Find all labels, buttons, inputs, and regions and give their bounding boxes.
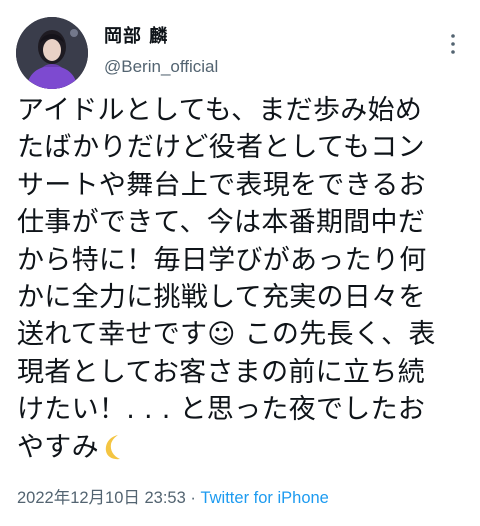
tweet-text-line: けたい！. . . と思った夜でしたお bbox=[17, 394, 426, 426]
avatar-image bbox=[16, 17, 88, 89]
more-vertical-icon[interactable] bbox=[447, 32, 459, 56]
tweet-text: アイドルとしても、まだ歩み始め たばかりだけど役者としてもコン サートや舞台上で… bbox=[17, 92, 479, 466]
author-block: 岡部 麟 @Berin_official bbox=[104, 26, 218, 78]
tweet-text-line: 仕事ができて、今は本番期間中だ bbox=[17, 207, 426, 239]
tweet-text-line: 現者としてお客さまの前に立ち続 bbox=[17, 356, 425, 388]
timestamp[interactable]: 2022年12月10日 23:53 bbox=[17, 489, 186, 507]
tweet-text-line: やすみ bbox=[17, 431, 99, 463]
display-name[interactable]: 岡部 麟 bbox=[104, 26, 218, 48]
tweet-text-line: から特に！毎日学びがあったり何 bbox=[17, 244, 427, 276]
source-link[interactable]: Twitter for iPhone bbox=[200, 489, 328, 507]
tweet-meta: 2022年12月10日 23:53 · Twitter for iPhone bbox=[17, 484, 329, 508]
tweet-text-line: かに全力に挑戦して充実の日々を bbox=[17, 282, 426, 314]
tweet-text-line: たばかりだけど役者としてもコン bbox=[17, 132, 425, 164]
tweet-text-line: サートや舞台上で表現をできるお bbox=[17, 169, 426, 201]
tweet-text-line: 送れて幸せです☺︎ この先長く、表 bbox=[17, 319, 436, 351]
handle[interactable]: @Berin_official bbox=[104, 56, 218, 78]
crescent-moon-icon bbox=[99, 432, 127, 462]
avatar[interactable] bbox=[16, 17, 88, 89]
meta-separator: · bbox=[185, 489, 201, 507]
tweet-text-line: アイドルとしても、まだ歩み始め bbox=[17, 95, 423, 126]
